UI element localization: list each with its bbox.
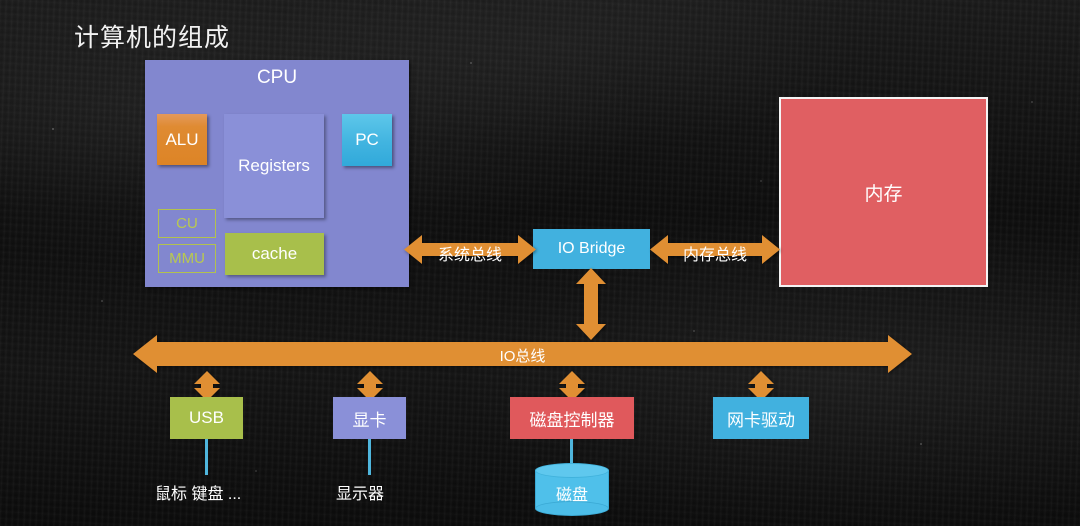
device-graphics-card: 显卡 bbox=[333, 397, 406, 439]
chalk-speck bbox=[920, 443, 922, 445]
peripheral-monitor-label: 显示器 bbox=[336, 486, 385, 503]
slide-canvas: 计算机的组成 CPU ALU Registers PC CU MMU cache… bbox=[0, 0, 1080, 526]
chalk-speck bbox=[470, 62, 472, 64]
cpu-label: CPU bbox=[256, 67, 298, 88]
disk-cylinder: 磁盘 bbox=[535, 463, 609, 516]
registers-block: Registers bbox=[224, 114, 324, 218]
chalk-speck bbox=[52, 128, 54, 130]
pc-block: PC bbox=[342, 114, 392, 166]
chalk-speck bbox=[693, 330, 695, 332]
usb-peripheral-wire bbox=[205, 439, 208, 475]
disk-label: 磁盘 bbox=[555, 487, 588, 504]
chalk-speck bbox=[101, 300, 103, 302]
mmu-block: MMU bbox=[158, 244, 216, 273]
io-bus-label: IO总线 bbox=[499, 348, 546, 365]
chalk-speck bbox=[255, 470, 257, 472]
page-title: 计算机的组成 bbox=[74, 24, 231, 52]
memory-block: 内存 bbox=[779, 97, 988, 287]
io-bridge-block: IO Bridge bbox=[533, 229, 650, 269]
peripheral-input-devices-label: 鼠标 键盘 ... bbox=[155, 486, 242, 503]
chalk-speck bbox=[1031, 101, 1033, 103]
device-disk-controller: 磁盘控制器 bbox=[510, 397, 634, 439]
chalk-speck bbox=[760, 180, 762, 182]
device-usb: USB bbox=[170, 397, 243, 439]
alu-block: ALU bbox=[157, 114, 207, 165]
system-bus-label: 系统总线 bbox=[437, 247, 502, 264]
cache-block: cache bbox=[225, 233, 324, 275]
cu-block: CU bbox=[158, 209, 216, 238]
device-network-card: 网卡驱动 bbox=[713, 397, 809, 439]
io-bridge-to-bus-arrow bbox=[576, 268, 606, 340]
disk-cylinder-top bbox=[535, 463, 609, 478]
gpu-monitor-wire bbox=[368, 439, 371, 475]
memory-bus-label: 内存总线 bbox=[682, 247, 747, 264]
